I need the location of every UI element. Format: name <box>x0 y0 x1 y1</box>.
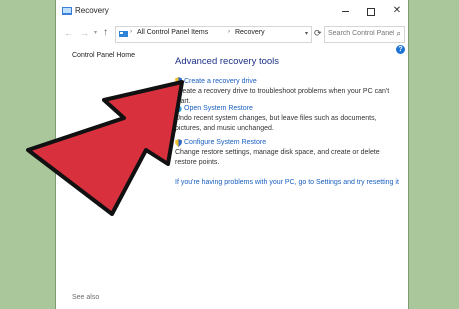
pointer-arrow-icon <box>26 80 184 216</box>
